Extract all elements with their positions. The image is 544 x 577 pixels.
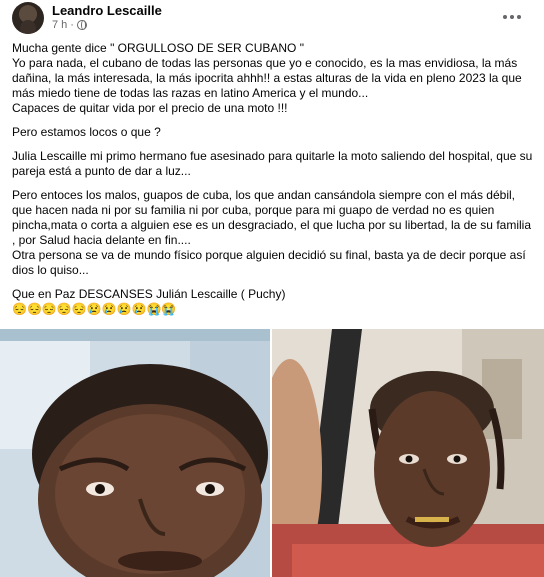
photo2-illustration xyxy=(272,329,544,577)
post-line-5: Julia Lescaille mi primo hermano fue ase… xyxy=(12,149,533,178)
post-line-4: Pero estamos locos o que ? xyxy=(12,125,161,139)
post-header: Leandro Lescaille 7 h · xyxy=(0,0,544,36)
more-options-icon[interactable] xyxy=(500,7,524,27)
post-line-6: Pero entoces los malos, guapos de cuba, … xyxy=(12,188,531,247)
photo-man-close-up[interactable] xyxy=(0,329,270,577)
emoji-row: 😔😔😔😔😔😢😢😢😢😭😭 xyxy=(12,302,177,316)
post-line-8: Que en Paz DESCANSES Julián Lescaille ( … xyxy=(12,287,286,301)
globe-icon[interactable] xyxy=(76,20,87,30)
post-line-3: Capaces de quitar vida por el precio de … xyxy=(12,101,288,115)
post-meta: 7 h · xyxy=(52,19,87,31)
photo1-illustration xyxy=(0,329,270,577)
timestamp[interactable]: 7 h xyxy=(52,19,67,31)
post-text: Mucha gente dice " ORGULLOSO DE SER CUBA… xyxy=(12,41,534,317)
photo-grid xyxy=(0,329,544,577)
separator-dot: · xyxy=(70,19,74,31)
post-line-2: Yo para nada, el cubano de todas las per… xyxy=(12,56,522,100)
post-line-7: Otra persona se va de mundo físico porqu… xyxy=(12,248,526,277)
photo-man-with-braids[interactable] xyxy=(272,329,544,577)
avatar[interactable] xyxy=(12,2,44,34)
author-name[interactable]: Leandro Lescaille xyxy=(52,3,162,18)
post-line-1: Mucha gente dice " ORGULLOSO DE SER CUBA… xyxy=(12,41,304,55)
